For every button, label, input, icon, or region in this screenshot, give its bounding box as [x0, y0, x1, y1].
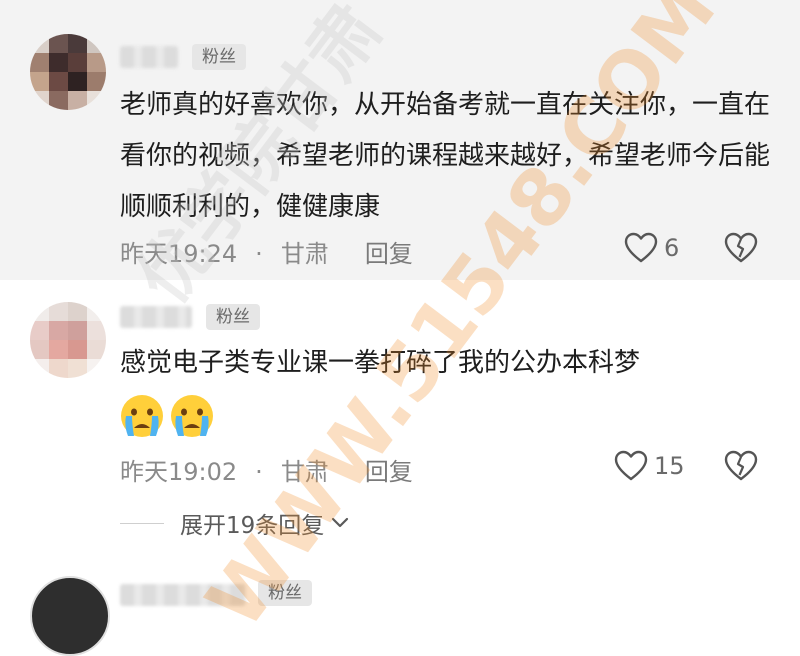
user-avatar[interactable] — [30, 302, 106, 378]
comment-item-1: 粉丝 老师真的好喜欢你，从开始备考就一直在关注你，一直在看你的视频，希望老师的课… — [0, 0, 800, 280]
comment-item-3: 粉丝 — [0, 560, 800, 656]
crying-emoji-icon — [118, 392, 166, 440]
crying-emoji-icon — [168, 392, 216, 440]
like-count: 6 — [664, 234, 680, 262]
comment-text: 感觉电子类专业课一拳打碎了我的公办本科梦 — [120, 348, 641, 378]
like-count: 15 — [654, 452, 685, 480]
user-avatar[interactable] — [30, 576, 110, 656]
dislike-button[interactable] — [724, 232, 758, 264]
reply-button[interactable]: 回复 — [365, 240, 413, 268]
like-button[interactable]: 15 — [614, 450, 685, 482]
fan-badge: 粉丝 — [206, 304, 260, 330]
username-blurred[interactable] — [120, 306, 192, 328]
heart-icon — [624, 232, 658, 264]
username-blurred[interactable] — [120, 46, 178, 68]
user-avatar[interactable] — [30, 34, 106, 110]
comment-location: 甘肃 — [280, 458, 329, 486]
dislike-button[interactable] — [724, 450, 758, 482]
comment-text: 老师真的好喜欢你，从开始备考就一直在关注你，一直在看你的视频，希望老师的课程越来… — [120, 90, 771, 222]
expand-replies-label: 展开19条回复 — [180, 513, 325, 539]
broken-heart-icon — [724, 232, 758, 264]
like-button[interactable]: 6 — [624, 232, 679, 264]
fan-badge: 粉丝 — [192, 44, 246, 70]
comment-meta: 昨天19:24 · 甘肃 回复 — [120, 234, 413, 269]
heart-icon — [614, 450, 648, 482]
comment-time: 昨天19:24 — [120, 240, 238, 268]
username-blurred[interactable] — [120, 584, 246, 606]
comment-time: 昨天19:02 — [120, 458, 238, 486]
reply-button[interactable]: 回复 — [365, 458, 413, 486]
expand-replies-button[interactable]: 展开19条回复 — [120, 506, 350, 540]
comment-location: 甘肃 — [280, 240, 329, 268]
meta-separator: · — [255, 458, 263, 486]
comment-meta: 昨天19:02 · 甘肃 回复 — [120, 452, 413, 487]
comment-item-2: 粉丝 感觉电子类专业课一拳打碎了我的公办本科梦 昨天19:02 · 甘肃 回复 15 … — [0, 280, 800, 560]
broken-heart-icon — [724, 450, 758, 482]
meta-separator: · — [255, 240, 263, 268]
fan-badge: 粉丝 — [258, 580, 312, 606]
divider-line — [120, 522, 164, 524]
chevron-down-icon — [330, 516, 350, 530]
